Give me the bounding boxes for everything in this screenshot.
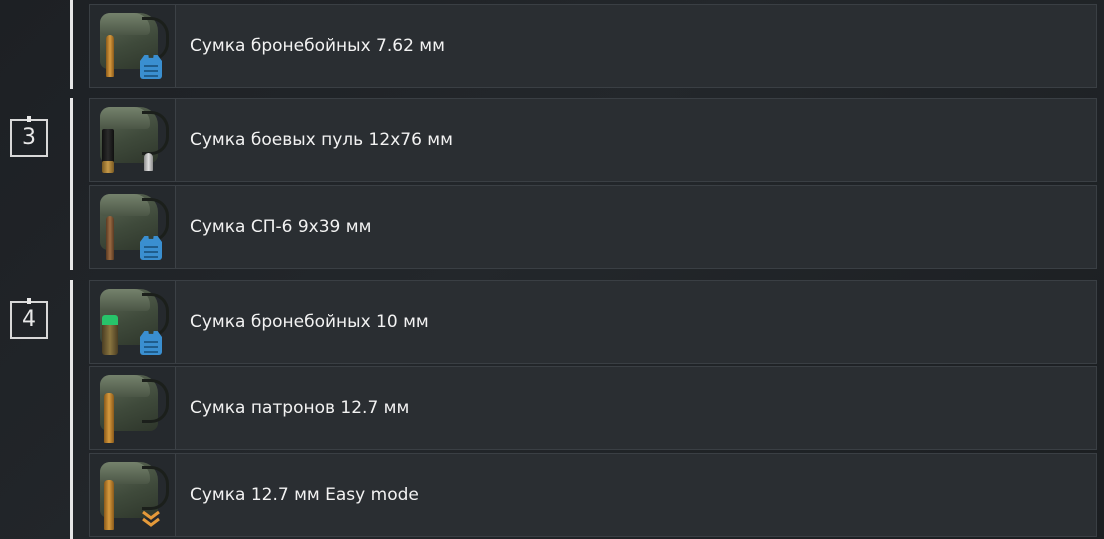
- double-chevron-icon: [142, 510, 160, 527]
- item-row[interactable]: Сумка СП-6 9х39 мм: [89, 185, 1097, 269]
- item-row[interactable]: Сумка 12.7 мм Easy mode: [89, 453, 1097, 537]
- item-row[interactable]: Сумка патронов 12.7 мм: [89, 366, 1097, 450]
- bag-12.7-easy-mode-icon: [90, 454, 176, 536]
- tier-badge: 4: [10, 298, 48, 339]
- item-label: Сумка 12.7 мм Easy mode: [190, 485, 419, 505]
- item-label: Сумка бронебойных 10 мм: [190, 312, 429, 332]
- item-label: Сумка бронебойных 7.62 мм: [190, 36, 445, 56]
- bag-armor-piercing-7.62-icon: [90, 5, 176, 87]
- item-label: Сумка боевых пуль 12х76 мм: [190, 130, 453, 150]
- tier-bracket: [70, 98, 73, 270]
- tier-bracket: [70, 280, 73, 539]
- armor-vest-icon: [140, 236, 162, 260]
- item-row[interactable]: Сумка боевых пуль 12х76 мм: [89, 98, 1097, 182]
- item-row[interactable]: Сумка бронебойных 10 мм: [89, 280, 1097, 364]
- armor-vest-icon: [140, 331, 162, 355]
- item-label: Сумка патронов 12.7 мм: [190, 398, 410, 418]
- bag-sp6-9x39-icon: [90, 186, 176, 268]
- tier-bracket: [70, 0, 73, 89]
- bag-armor-piercing-10mm-icon: [90, 281, 176, 363]
- item-row[interactable]: Сумка бронебойных 7.62 мм: [89, 4, 1097, 88]
- bag-ammo-12.7-icon: [90, 367, 176, 449]
- bag-combat-bullets-12x76-icon: [90, 99, 176, 181]
- tier-badge: 3: [10, 116, 48, 157]
- item-label: Сумка СП-6 9х39 мм: [190, 217, 372, 237]
- armor-vest-icon: [140, 55, 162, 79]
